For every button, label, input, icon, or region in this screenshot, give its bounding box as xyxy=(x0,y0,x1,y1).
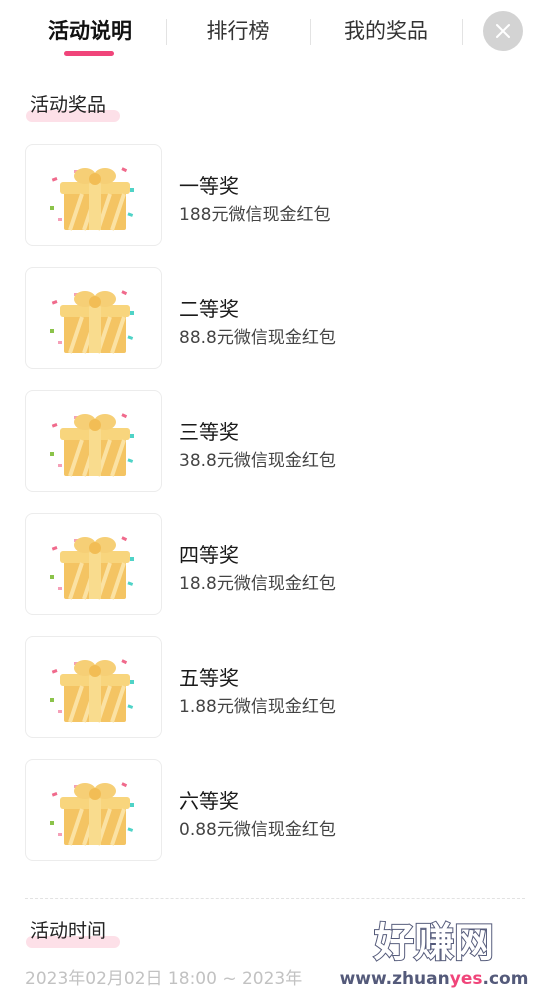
active-tab-indicator xyxy=(64,51,114,56)
prize-item: 三等奖 38.8元微信现金红包 xyxy=(25,390,525,492)
watermark-domain-prefix: www.zhuan xyxy=(340,969,450,989)
prize-item: 六等奖 0.88元微信现金红包 xyxy=(25,759,525,861)
prize-name: 二等奖 xyxy=(179,297,239,321)
tab-divider xyxy=(462,19,463,45)
prize-thumbnail xyxy=(25,513,162,615)
section-divider xyxy=(25,898,525,899)
prize-item: 一等奖 188元微信现金红包 xyxy=(25,144,525,246)
watermark-domain-highlight: yes xyxy=(450,969,483,989)
gift-box-icon xyxy=(44,281,144,357)
tab-divider xyxy=(166,19,167,45)
prize-name: 六等奖 xyxy=(179,789,239,813)
prize-thumbnail xyxy=(25,144,162,246)
close-button[interactable] xyxy=(483,11,523,51)
prize-thumbnail xyxy=(25,267,162,369)
gift-box-icon xyxy=(44,158,144,234)
section-title-time: 活动时间 xyxy=(30,920,107,942)
activity-time-range: 2023年02月02日 18:00 ~ 2023年 xyxy=(25,969,303,989)
gift-box-icon xyxy=(44,404,144,480)
prize-description: 188元微信现金红包 xyxy=(179,205,331,225)
gift-box-icon xyxy=(44,773,144,849)
prize-description: 38.8元微信现金红包 xyxy=(179,451,336,471)
close-icon xyxy=(496,24,510,38)
prize-name: 一等奖 xyxy=(179,174,239,198)
watermark-title: 好赚网 xyxy=(373,920,494,966)
prize-info-page: 活动说明 排行榜 我的奖品 活动奖品 一等奖 188元微信现金红包 二等奖 88… xyxy=(0,0,547,1000)
prize-item: 四等奖 18.8元微信现金红包 xyxy=(25,513,525,615)
watermark-domain-suffix: .com xyxy=(482,969,528,989)
prize-name: 五等奖 xyxy=(179,666,239,690)
tab-leaderboard[interactable]: 排行榜 xyxy=(186,14,290,48)
tab-my-prizes[interactable]: 我的奖品 xyxy=(330,14,442,48)
tab-activity-info[interactable]: 活动说明 xyxy=(34,14,146,48)
prize-thumbnail xyxy=(25,759,162,861)
gift-box-icon xyxy=(44,650,144,726)
prize-description: 88.8元微信现金红包 xyxy=(179,328,336,348)
watermark-logo: 好赚网 www.zhuanyes.com xyxy=(338,919,530,991)
tab-divider xyxy=(310,19,311,45)
svg-text:www.zhuanyes.com: www.zhuanyes.com xyxy=(340,969,529,989)
prize-name: 三等奖 xyxy=(179,420,239,444)
prize-thumbnail xyxy=(25,390,162,492)
prize-thumbnail xyxy=(25,636,162,738)
prize-description: 1.88元微信现金红包 xyxy=(179,697,336,717)
section-title-prizes: 活动奖品 xyxy=(30,94,107,116)
prize-description: 0.88元微信现金红包 xyxy=(179,820,336,840)
gift-box-icon xyxy=(44,527,144,603)
tab-bar: 活动说明 排行榜 我的奖品 xyxy=(0,0,547,64)
prize-name: 四等奖 xyxy=(179,543,239,567)
prize-description: 18.8元微信现金红包 xyxy=(179,574,336,594)
prize-item: 二等奖 88.8元微信现金红包 xyxy=(25,267,525,369)
prize-item: 五等奖 1.88元微信现金红包 xyxy=(25,636,525,738)
